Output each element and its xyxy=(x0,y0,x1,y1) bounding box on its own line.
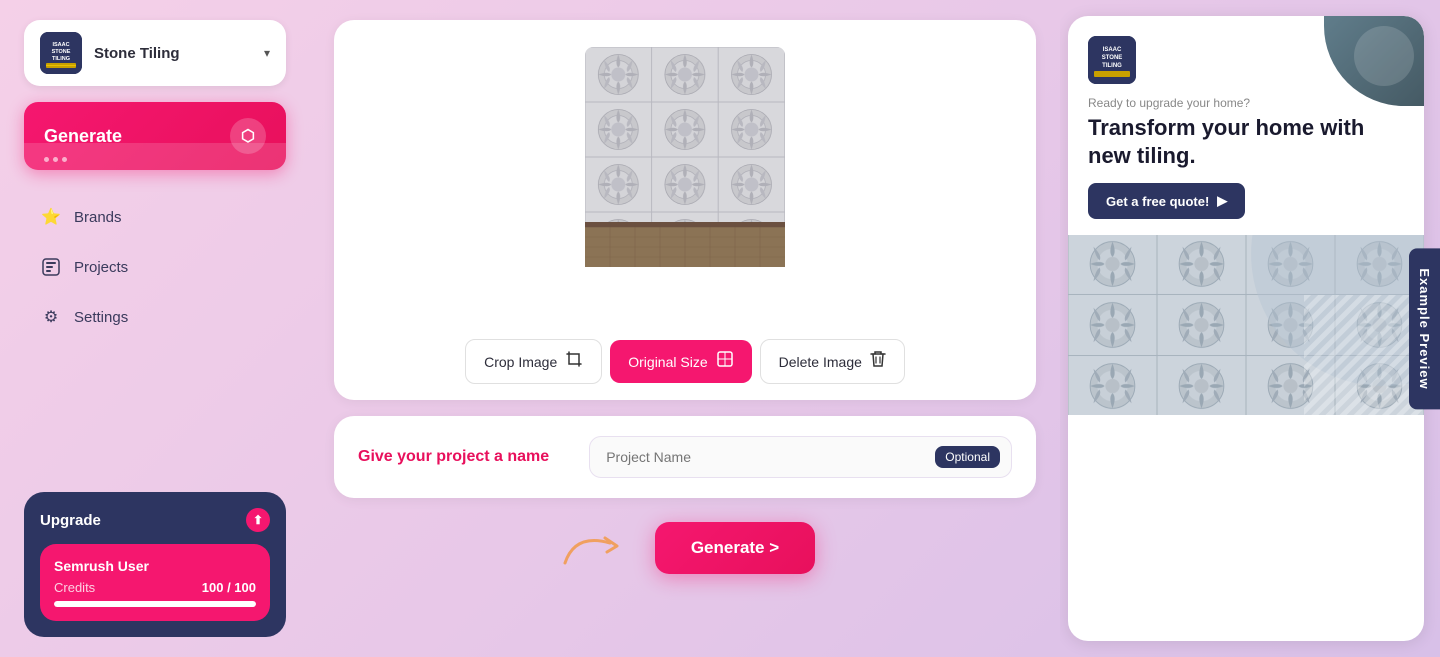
arrow-decoration xyxy=(555,528,635,568)
preview-cta-label: Get a free quote! xyxy=(1106,194,1209,209)
upgrade-label: Upgrade xyxy=(40,512,101,529)
crop-image-button[interactable]: Crop Image xyxy=(465,339,602,384)
credits-bar xyxy=(54,601,256,607)
svg-text:ISAAC: ISAAC xyxy=(52,42,69,48)
tiling-image xyxy=(585,47,785,317)
svg-text:STONE: STONE xyxy=(52,49,71,55)
cube-icon: ⬡ xyxy=(230,118,266,154)
original-size-icon xyxy=(716,350,734,373)
brand-logo: ISAAC STONE TILING xyxy=(40,32,82,74)
original-size-button[interactable]: Original Size xyxy=(610,340,751,383)
play-icon: ▶ xyxy=(1217,193,1227,209)
projects-icon xyxy=(40,256,62,278)
original-size-label: Original Size xyxy=(628,354,707,370)
trash-icon xyxy=(870,350,886,373)
credits-row: Credits 100 / 100 xyxy=(54,580,256,595)
generate-bottom-section: Generate > xyxy=(334,514,1036,582)
preview-sub-text: Ready to upgrade your home? xyxy=(1088,96,1404,110)
svg-text:ISAAC: ISAAC xyxy=(1103,47,1122,53)
svg-text:STONE: STONE xyxy=(1102,55,1123,61)
image-actions: Crop Image Original Size xyxy=(350,339,1020,384)
preview-logo-row: ISAAC STONE TILING xyxy=(1088,36,1404,84)
preview-stripes xyxy=(1304,295,1424,415)
preview-card: ISAAC STONE TILING Ready to upgrade your… xyxy=(1068,16,1424,641)
preview-headline: Transform your home with new tiling. xyxy=(1088,114,1404,169)
main-content: Crop Image Original Size xyxy=(310,0,1060,657)
sidebar-item-projects[interactable]: Projects xyxy=(24,244,286,290)
project-input-wrapper: Optional xyxy=(589,436,1012,478)
generate-label: Generate xyxy=(44,126,122,147)
generate-bottom-label: Generate > xyxy=(691,538,779,558)
optional-badge: Optional xyxy=(935,446,1000,468)
preview-image-area xyxy=(1068,235,1424,415)
preview-logo: ISAAC STONE TILING xyxy=(1088,36,1136,84)
brands-icon: ⭐ xyxy=(40,206,62,228)
generate-bottom-button[interactable]: Generate > xyxy=(655,522,815,574)
upgrade-header: Upgrade ⬆ xyxy=(40,508,270,532)
user-card: Semrush User Credits 100 / 100 xyxy=(40,544,270,621)
user-name: Semrush User xyxy=(54,558,256,574)
image-card: Crop Image Original Size xyxy=(334,20,1036,400)
credits-label: Credits xyxy=(54,580,95,595)
crop-icon xyxy=(565,350,583,373)
sidebar: ISAAC STONE TILING Stone Tiling ▾ Genera… xyxy=(0,0,310,657)
generate-button[interactable]: Generate ⬡ xyxy=(24,102,286,170)
project-name-card: Give your project a name Optional xyxy=(334,416,1036,498)
project-name-label: Give your project a name xyxy=(358,448,549,466)
sidebar-item-brands-label: Brands xyxy=(74,209,122,226)
svg-text:TILING: TILING xyxy=(1102,63,1122,69)
preview-content: ISAAC STONE TILING Ready to upgrade your… xyxy=(1068,16,1424,235)
upgrade-section: Upgrade ⬆ Semrush User Credits 100 / 100 xyxy=(24,492,286,637)
delete-label: Delete Image xyxy=(779,354,862,370)
sidebar-item-projects-label: Projects xyxy=(74,259,128,276)
svg-text:TILING: TILING xyxy=(52,56,70,62)
upgrade-badge-icon: ⬆ xyxy=(246,508,270,532)
settings-icon: ⚙ xyxy=(40,306,62,328)
credits-fill xyxy=(54,601,256,607)
preview-panel: ISAAC STONE TILING Ready to upgrade your… xyxy=(1060,0,1440,657)
sparkles-decoration xyxy=(44,157,67,162)
nav-menu: ⭐ Brands Projects ⚙ Settings xyxy=(24,194,286,340)
image-area xyxy=(350,36,1020,327)
credits-value: 100 / 100 xyxy=(202,580,256,595)
sidebar-item-brands[interactable]: ⭐ Brands xyxy=(24,194,286,240)
crop-label: Crop Image xyxy=(484,354,557,370)
chevron-down-icon: ▾ xyxy=(264,46,270,60)
example-preview-tab: Example Preview xyxy=(1409,248,1440,409)
preview-cta-button[interactable]: Get a free quote! ▶ xyxy=(1088,183,1245,219)
delete-image-button[interactable]: Delete Image xyxy=(760,339,905,384)
sidebar-item-settings[interactable]: ⚙ Settings xyxy=(24,294,286,340)
sidebar-item-settings-label: Settings xyxy=(74,309,128,326)
brand-name: Stone Tiling xyxy=(94,45,252,62)
brand-selector[interactable]: ISAAC STONE TILING Stone Tiling ▾ xyxy=(24,20,286,86)
